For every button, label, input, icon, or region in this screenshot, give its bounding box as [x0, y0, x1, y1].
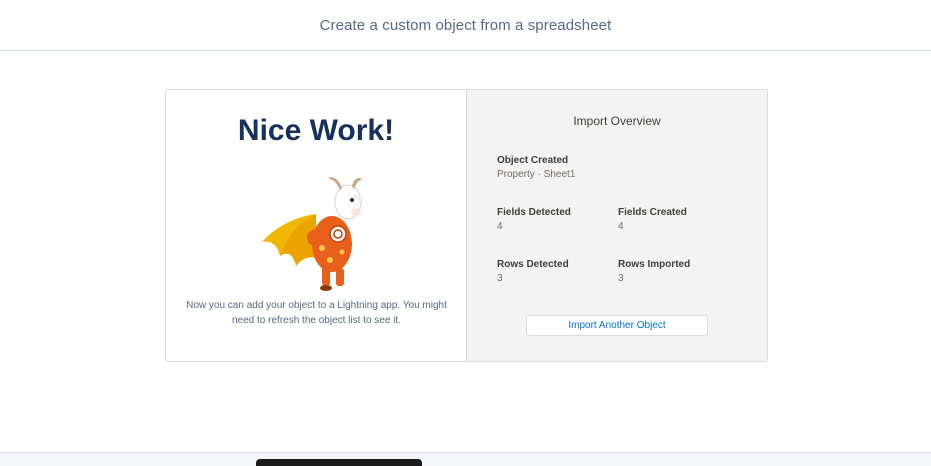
overview-title: Import Overview [573, 114, 661, 128]
fields-created-stat: Fields Created 4 [618, 207, 687, 232]
footer-tab[interactable] [256, 459, 422, 466]
success-message: Now you can add your object to a Lightni… [186, 300, 447, 326]
object-created-label: Object Created [497, 155, 569, 166]
footer-bar [0, 452, 931, 466]
rows-imported-value: 3 [618, 273, 624, 284]
page-header: Create a custom object from a spreadshee… [0, 0, 931, 51]
import-result-card: Nice Work! Now you can add your object t… [165, 89, 768, 362]
success-heading: Nice Work! [237, 114, 395, 147]
rows-imported-stat: Rows Imported 3 [618, 259, 690, 284]
import-overview-panel: Import Overview Object Created Property … [467, 90, 767, 361]
import-another-object-button[interactable]: Import Another Object [526, 315, 708, 336]
rows-detected-value: 3 [497, 273, 503, 284]
fields-detected-stat: Fields Detected 4 [497, 207, 571, 232]
rows-imported-label: Rows Imported [618, 259, 691, 270]
object-created-stat: Object Created Property · Sheet1 [497, 155, 575, 180]
rows-detected-stat: Rows Detected 3 [497, 259, 569, 284]
object-created-value: Property · Sheet1 [497, 169, 576, 180]
fields-created-label: Fields Created [618, 207, 687, 218]
rows-detected-label: Rows Detected [497, 259, 569, 270]
goat-superhero-mascot-icon [262, 177, 364, 291]
fields-created-value: 4 [618, 221, 624, 232]
fields-detected-value: 4 [497, 221, 503, 232]
fields-detected-label: Fields Detected [497, 207, 571, 218]
success-panel: Nice Work! Now you can add your object t… [166, 90, 467, 361]
page-title: Create a custom object from a spreadshee… [319, 16, 612, 34]
